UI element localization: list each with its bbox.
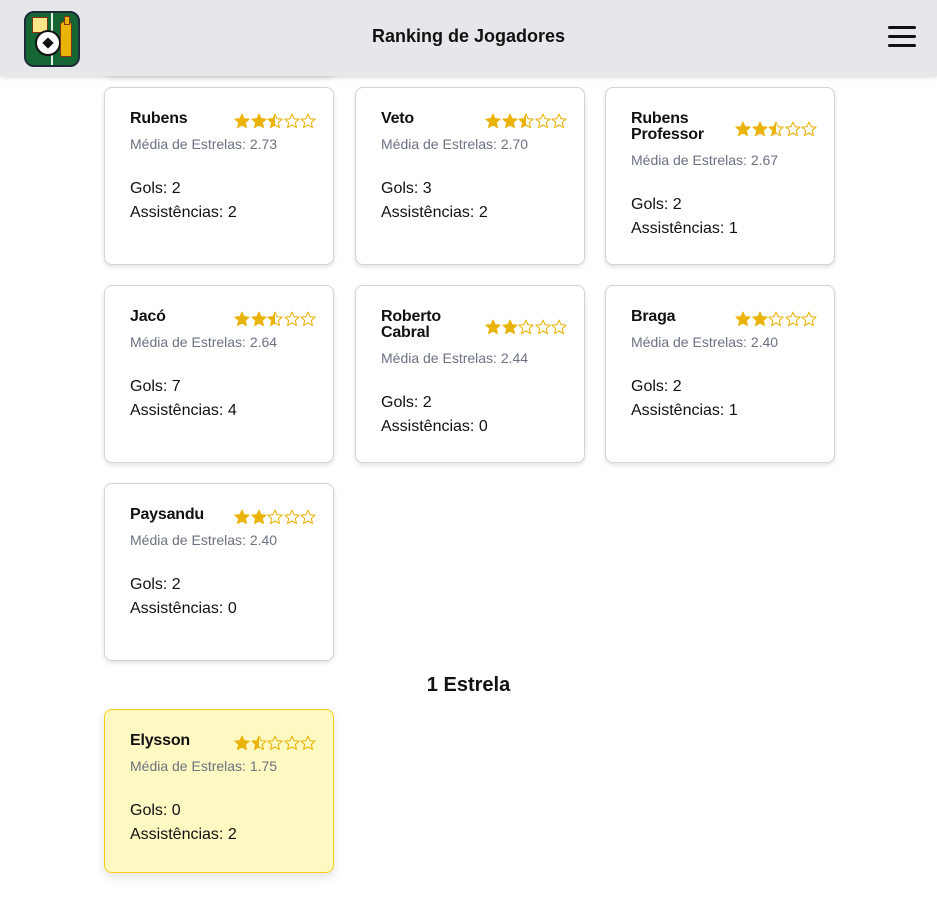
star-icon (735, 121, 751, 137)
player-card: Braga Média de Estrelas: 2.40 Gols: 2 As… (605, 285, 835, 463)
player-name: Braga (631, 308, 676, 325)
star-icon (801, 121, 817, 137)
star-icon (768, 121, 784, 137)
player-goals: Gols: 0 (130, 802, 181, 819)
star-rating-icon (485, 113, 568, 132)
player-assists: Assistências: 0 (381, 418, 488, 435)
star-icon (234, 735, 250, 751)
star-icon (735, 311, 751, 327)
player-assists: Assistências: 2 (130, 204, 237, 221)
star-icon (751, 311, 768, 327)
player-average: Média de Estrelas: 1.75 (130, 758, 278, 774)
star-icon (283, 311, 300, 327)
player-average: Média de Estrelas: 2.64 (130, 334, 278, 350)
player-name: Jacó (130, 308, 166, 325)
star-icon (551, 113, 567, 129)
star-icon (784, 311, 801, 327)
star-rating-icon (234, 311, 317, 330)
player-card: Rubens Professor Média de Estrelas: 2.67… (605, 87, 835, 265)
player-assists: Assistências: 2 (130, 826, 237, 843)
star-icon (283, 509, 300, 525)
player-goals: Gols: 7 (130, 378, 181, 395)
star-icon (534, 319, 551, 335)
player-assists: Assistências: 4 (130, 402, 237, 419)
player-average: Média de Estrelas: 2.40 (130, 532, 278, 548)
player-average: Média de Estrelas: 2.73 (130, 136, 278, 152)
player-average: Média de Estrelas: 2.67 (631, 152, 779, 168)
player-name: Roberto Cabral (381, 308, 441, 341)
player-assists: Assistências: 0 (130, 600, 237, 617)
star-rating-icon (234, 735, 317, 754)
star-icon (250, 735, 267, 751)
player-card: Paysandu Média de Estrelas: 2.40 Gols: 2… (104, 483, 334, 661)
player-goals: Gols: 2 (631, 378, 682, 395)
player-goals: Gols: 2 (631, 196, 682, 213)
star-icon (267, 311, 283, 327)
player-card: Jacó Média de Estrelas: 2.64 Gols: 7 Ass… (104, 285, 334, 463)
star-icon (283, 735, 300, 751)
star-icon (234, 311, 250, 327)
player-name: Rubens Professor (631, 110, 704, 143)
star-icon (485, 319, 501, 335)
star-icon (551, 319, 567, 335)
star-rating-icon (234, 113, 317, 132)
player-assists: Assistências: 1 (631, 220, 738, 237)
star-icon (784, 121, 801, 137)
star-icon (250, 311, 267, 327)
star-icon (300, 113, 316, 129)
star-icon (300, 311, 316, 327)
star-rating-icon (735, 311, 818, 330)
star-icon (518, 113, 534, 129)
star-icon (267, 113, 283, 129)
star-icon (250, 113, 267, 129)
star-icon (300, 509, 316, 525)
hamburger-menu-icon[interactable] (886, 24, 918, 50)
star-rating-icon (234, 509, 317, 528)
star-icon (250, 509, 267, 525)
star-icon (267, 735, 283, 751)
player-assists: Assistências: 1 (631, 402, 738, 419)
player-goals: Gols: 2 (130, 180, 181, 197)
player-name: Veto (381, 110, 414, 127)
star-icon (234, 509, 250, 525)
player-goals: Gols: 2 (381, 394, 432, 411)
star-icon (768, 311, 784, 327)
app-header: Ranking de Jogadores (0, 0, 937, 76)
star-icon (801, 311, 817, 327)
star-icon (518, 319, 534, 335)
star-icon (300, 735, 316, 751)
star-icon (501, 113, 518, 129)
player-name: Elysson (130, 732, 190, 749)
player-average: Média de Estrelas: 2.44 (381, 350, 529, 366)
star-icon (751, 121, 768, 137)
star-icon (485, 113, 501, 129)
player-goals: Gols: 2 (130, 576, 181, 593)
player-name: Paysandu (130, 506, 204, 523)
player-average: Média de Estrelas: 2.70 (381, 136, 529, 152)
star-icon (501, 319, 518, 335)
star-icon (267, 509, 283, 525)
player-goals: Gols: 3 (381, 180, 432, 197)
player-card: Roberto Cabral Média de Estrelas: 2.44 G… (355, 285, 585, 463)
star-icon (234, 113, 250, 129)
star-rating-icon (735, 121, 818, 140)
section-title-1-star: 1 Estrela (426, 674, 511, 696)
player-assists: Assistências: 2 (381, 204, 488, 221)
player-card-highlight: Elysson Média de Estrelas: 1.75 Gols: 0 … (104, 709, 334, 873)
player-average: Média de Estrelas: 2.40 (631, 334, 779, 350)
star-icon (534, 113, 551, 129)
star-rating-icon (485, 319, 568, 338)
player-name: Rubens (130, 110, 188, 127)
player-card: Rubens Média de Estrelas: 2.73 Gols: 2 A… (104, 87, 334, 265)
player-card: Veto Média de Estrelas: 2.70 Gols: 3 Ass… (355, 87, 585, 265)
star-icon (283, 113, 300, 129)
page-title: Ranking de Jogadores (371, 26, 566, 46)
